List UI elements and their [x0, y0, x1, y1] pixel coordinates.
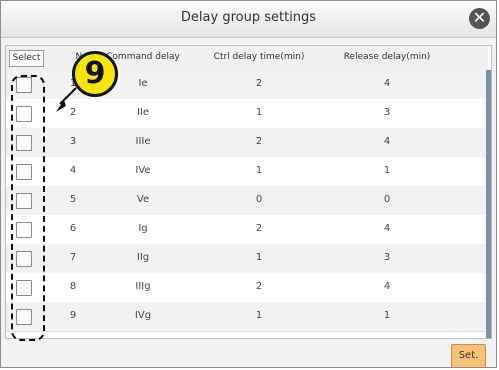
callout-arrow: [56, 87, 77, 112]
callout-number-badge: 9: [72, 51, 118, 97]
